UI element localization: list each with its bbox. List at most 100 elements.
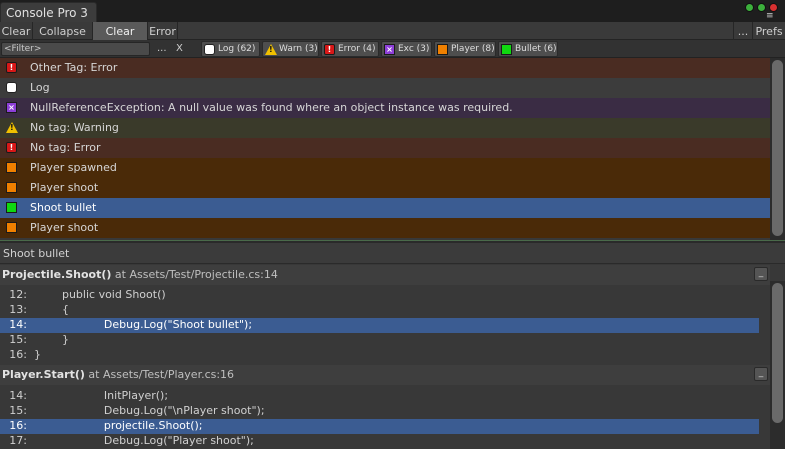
log-icon: [204, 44, 215, 55]
error-pause-button[interactable]: Error: [148, 22, 178, 40]
filter-chip-exc[interactable]: × Exc (3): [381, 41, 432, 57]
line-code: Debug.Log("Shoot bullet");: [34, 318, 253, 331]
source-line[interactable]: 15: }: [0, 333, 770, 348]
line-number: 16:: [9, 419, 27, 432]
filter-chip-log[interactable]: Log (62): [201, 41, 260, 57]
player-tag-icon: [437, 44, 448, 55]
line-code: }: [34, 333, 69, 346]
frame-function[interactable]: Projectile.Shoot(): [2, 268, 111, 281]
clear-play-button[interactable]: Clear Play: [93, 22, 148, 51]
filter-chip-player[interactable]: Player (8): [434, 41, 496, 57]
filter-clear-button[interactable]: X: [176, 43, 183, 54]
filter-chip-label: Exc (3): [398, 44, 430, 54]
log-entry[interactable]: Log: [0, 78, 770, 98]
collapse-frame-button[interactable]: _: [754, 267, 768, 281]
bullet-tag-icon: [501, 44, 512, 55]
stack-frame-header[interactable]: Player.Start() at Assets/Test/Player.cs:…: [0, 365, 770, 385]
error-icon: !: [6, 62, 17, 73]
line-number: 14:: [9, 389, 27, 402]
log-entry[interactable]: Player spawned: [0, 158, 770, 178]
source-line[interactable]: 13: {: [0, 303, 770, 318]
log-entry-text: No tag: Error: [30, 141, 101, 154]
line-code: {: [34, 303, 69, 316]
log-icon: [6, 82, 17, 93]
source-line[interactable]: 16:}: [0, 348, 770, 363]
collapse-button[interactable]: Collapse: [33, 22, 93, 40]
filter-chip-error[interactable]: ! Error (4): [321, 41, 379, 57]
player-tag-icon: [6, 222, 17, 233]
log-entry-text: Log: [30, 81, 50, 94]
line-code: projectile.Shoot();: [34, 419, 203, 432]
source-snippet: 14: InitPlayer(); 15: Debug.Log("\nPlaye…: [0, 385, 770, 449]
filter-chip-label: Log (62): [218, 44, 256, 54]
stack-trace-scrollbar[interactable]: [770, 281, 785, 449]
source-line[interactable]: 14: InitPlayer();: [0, 389, 770, 404]
log-entry-text: No tag: Warning: [30, 121, 119, 134]
error-icon: !: [324, 44, 335, 55]
log-entry-text: NullReferenceException: A null value was…: [30, 101, 513, 114]
log-entry-text: Player shoot: [30, 221, 99, 234]
log-list: ! Other Tag: Error Log × NullReferenceEx…: [0, 58, 770, 240]
frame-function[interactable]: Player.Start(): [2, 368, 85, 381]
line-code: InitPlayer();: [34, 389, 169, 402]
frame-location[interactable]: at Assets/Test/Player.cs:16: [85, 368, 234, 381]
line-number: 13:: [9, 303, 27, 316]
filter-input[interactable]: [1, 42, 150, 56]
more-options-button[interactable]: ...: [733, 22, 753, 40]
stack-trace-scroll-thumb[interactable]: [772, 283, 783, 423]
toolbar: Clear Collapse Clear Play Error ... Pref…: [0, 22, 785, 51]
title-bar: Console Pro 3 ≡: [0, 0, 785, 22]
stack-frame-header[interactable]: Projectile.Shoot() at Assets/Test/Projec…: [0, 265, 770, 285]
filter-chip-label: Bullet (6): [515, 44, 557, 54]
filter-options-button[interactable]: ...: [157, 43, 167, 54]
log-entry[interactable]: × NullReferenceException: A null value w…: [0, 98, 770, 118]
line-number: 15:: [9, 404, 27, 417]
log-entry[interactable]: Player shoot: [0, 218, 770, 238]
line-number: 16:: [9, 348, 27, 361]
source-line[interactable]: 17: Debug.Log("Player shoot");: [0, 434, 770, 449]
source-snippet: 12: public void Shoot() 13: { 14: Debug.…: [0, 285, 770, 363]
clear-button[interactable]: Clear: [0, 22, 33, 40]
player-tag-icon: [6, 162, 17, 173]
log-entry[interactable]: ! No tag: Error: [0, 138, 770, 158]
player-tag-icon: [6, 182, 17, 193]
log-list-scrollbar[interactable]: [770, 58, 785, 240]
prefs-button[interactable]: Prefs: [753, 22, 785, 40]
line-number: 17:: [9, 434, 27, 447]
log-entry-text: Shoot bullet: [30, 201, 97, 214]
source-line[interactable]: 12: public void Shoot(): [0, 288, 770, 303]
minimize-button[interactable]: [745, 3, 754, 12]
filter-chip-label: Warn (3): [279, 44, 318, 54]
selected-message: Shoot bullet: [0, 243, 785, 264]
warning-icon: [265, 44, 277, 55]
log-list-scroll-thumb[interactable]: [772, 60, 783, 236]
log-entry-text: Player spawned: [30, 161, 117, 174]
menu-icon[interactable]: ≡: [766, 12, 774, 21]
line-code: public void Shoot(): [34, 288, 166, 301]
log-entry-text: Player shoot: [30, 181, 99, 194]
frame-location[interactable]: at Assets/Test/Projectile.cs:14: [111, 268, 278, 281]
exception-icon: ×: [6, 102, 17, 113]
error-icon: !: [6, 142, 17, 153]
source-line-highlighted[interactable]: 14: Debug.Log("Shoot bullet");: [0, 318, 759, 333]
log-entry[interactable]: Player shoot: [0, 178, 770, 198]
maximize-button[interactable]: [757, 3, 766, 12]
filter-chip-warn[interactable]: Warn (3): [262, 41, 319, 57]
log-entry-selected[interactable]: Shoot bullet: [0, 198, 770, 218]
filter-chip-label: Error (4): [338, 44, 376, 54]
exception-icon: ×: [384, 44, 395, 55]
window-tab[interactable]: Console Pro 3: [0, 2, 97, 22]
log-entry[interactable]: ! Other Tag: Error: [0, 58, 770, 78]
filter-bar: ... X Log (62) Warn (3) ! Error (4) × Ex…: [0, 40, 785, 58]
source-line-highlighted[interactable]: 16: projectile.Shoot();: [0, 419, 759, 434]
collapse-frame-button[interactable]: _: [754, 367, 768, 381]
line-number: 14:: [9, 318, 27, 331]
line-number: 12:: [9, 288, 27, 301]
line-code: Debug.Log("\nPlayer shoot");: [34, 404, 265, 417]
source-line[interactable]: 15: Debug.Log("\nPlayer shoot");: [0, 404, 770, 419]
filter-chip-label: Player (8): [451, 44, 495, 54]
window-tab-label: Console Pro 3: [6, 6, 88, 20]
filter-chip-bullet[interactable]: Bullet (6): [498, 41, 558, 57]
line-number: 15:: [9, 333, 27, 346]
log-entry[interactable]: No tag: Warning: [0, 118, 770, 138]
